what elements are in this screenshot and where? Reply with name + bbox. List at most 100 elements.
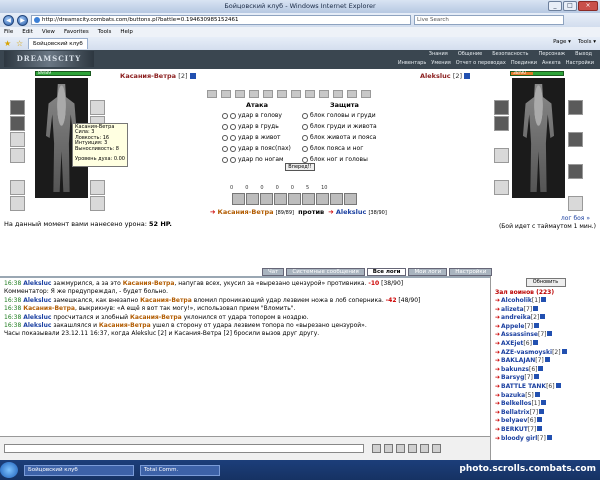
slot-belt[interactable] [10,148,25,163]
defense-head-chest[interactable]: блок головы и груди [302,112,376,119]
nav-security[interactable]: Безопасность [490,51,530,57]
user-list-item[interactable]: ➔BERKUT[7] [495,425,596,435]
user-list-item[interactable]: ➔BAKLAJAN[7] [495,357,596,366]
skill-tile[interactable] [260,193,273,205]
slot-lower[interactable] [10,196,25,211]
enemy-slot-weapon[interactable] [494,116,509,131]
user-list-item[interactable]: ➔BATTLE TANK[6] [495,382,596,392]
send-icon[interactable] [384,444,393,453]
close-button[interactable]: × [578,1,598,11]
chat-input[interactable] [4,444,364,453]
menu-file[interactable]: File [4,27,13,37]
user-list-item[interactable]: ➔Bellatrix[7] [495,408,596,418]
skill-tile[interactable] [288,193,301,205]
skill-tile[interactable] [302,193,315,205]
favorites-star-icon[interactable]: ★ [4,39,12,48]
enemy-slot-gloves[interactable] [568,100,583,115]
defense-belly-waist[interactable]: блок живота и пояса [302,134,376,141]
attack-belly[interactable]: удар в живот [222,134,281,141]
enemy-slot-armor[interactable] [494,148,509,163]
back-icon[interactable]: ◀ [3,14,14,26]
nav-character[interactable]: Персонаж [536,51,567,57]
slot-helmet[interactable] [10,100,25,115]
menu-tools[interactable]: Tools [98,27,112,37]
nav-exit[interactable]: Выход [573,51,594,57]
skill-tile[interactable] [232,193,245,205]
skill-tile[interactable] [316,193,329,205]
user-list-item[interactable]: ➔bloody girl[7] [495,434,596,444]
enemy-slot-boots[interactable] [494,180,509,195]
skill-tile[interactable] [274,193,287,205]
skill-tile[interactable] [344,193,357,205]
defense-chest-belly[interactable]: блок груди и живота [302,123,377,130]
browser-tab[interactable]: Бойцовский клуб [28,38,88,49]
skill-tile[interactable] [246,193,259,205]
minimize-button[interactable]: _ [548,1,562,11]
tab-chat[interactable]: Чат [262,268,285,276]
nav-duels[interactable]: Поединки [511,60,537,66]
user-list-item[interactable]: ➔Assassinse[7] [495,331,596,340]
nav-transfers[interactable]: Отчет о переводах [456,60,506,66]
smiley-icon[interactable] [372,444,381,453]
slot-weapon[interactable] [10,116,25,131]
enemy-slot-helmet[interactable] [494,100,509,115]
slot-gloves[interactable] [90,100,105,115]
tab-system[interactable]: Системные сообщения [286,268,365,276]
user-list-item[interactable]: ➔Appele[7] [495,322,596,332]
nav-profile[interactable]: Анкета [542,60,561,66]
user-list-item[interactable]: ➔bazuka[5] [495,391,596,401]
exit-icon[interactable] [432,444,441,453]
address-bar[interactable]: http://dreamscity.combats.com/buttons.pl… [31,15,411,25]
enemy-name[interactable]: Aleksluc [2] [420,72,471,80]
task-browser[interactable]: Бойцовский клуб [24,465,134,476]
slot-legs[interactable] [90,180,105,195]
menu-favorites[interactable]: Favorites [64,27,89,37]
tab-all-logs[interactable]: Все логи [366,268,407,276]
battle-log-link[interactable]: лог боя » [561,215,590,222]
slot-armor[interactable] [10,132,25,147]
user-list-item[interactable]: ➔Alcoholik[1] [495,297,596,306]
clear-icon[interactable] [396,444,405,453]
enemy-slot-legs[interactable] [568,164,583,179]
search-input[interactable]: Live Search [414,15,564,25]
forward-button[interactable]: Вперед!! [285,163,315,171]
skill-tile[interactable] [330,193,343,205]
attack-chest[interactable]: удар в грудь [222,123,279,130]
user-list-item[interactable]: ➔alizeta[7] [495,305,596,315]
nav-knowledge[interactable]: Знания [427,51,450,57]
user-list-item[interactable]: ➔bakunzs[6] [495,365,596,375]
enemy-slot-extra[interactable] [568,196,583,211]
tab-chat-settings[interactable]: Настройки [449,268,493,276]
forward-icon[interactable]: ▶ [17,14,28,26]
nav-skills[interactable]: Умения [431,60,450,66]
user-list-item[interactable]: ➔belyaev[6] [495,417,596,426]
menu-help[interactable]: Help [120,27,133,37]
attack-head[interactable]: удар в голову [222,112,282,119]
enemy-slot-shield[interactable] [568,132,583,147]
nav-settings[interactable]: Настройки [566,60,594,66]
nav-communication[interactable]: Общение [456,51,484,57]
user-list-item[interactable]: ➔andreika[2] [495,314,596,323]
user-list-item[interactable]: ➔Barsyg[7] [495,374,596,383]
user-list-item[interactable]: ➔Belkellos[1] [495,400,596,409]
menu-view[interactable]: View [42,27,55,37]
user-list-item[interactable]: ➔AXEjet[6] [495,339,596,349]
menu-edit[interactable]: Edit [22,27,33,37]
defense-legs-head[interactable]: блок ног и головы [302,156,368,163]
slot-extra[interactable] [90,196,105,211]
defense-waist-legs[interactable]: блок пояса и ног [302,145,363,152]
add-favorites-icon[interactable]: ☆ [16,39,24,48]
player-name[interactable]: Касания-Ветра [2] [120,72,196,80]
attack-legs[interactable]: удар по ногам [222,156,284,163]
slot-boots[interactable] [10,180,25,195]
filter-icon[interactable] [408,444,417,453]
attack-waist[interactable]: удар в пояс(пах) [222,145,291,152]
user-list-item[interactable]: ➔AZE-vasmoyski[2] [495,348,596,358]
tab-my-logs[interactable]: Мои логи [408,268,448,276]
refresh-button[interactable]: Обновить [525,278,566,287]
task-totalcmd[interactable]: Total Comm. [140,465,220,476]
maximize-button[interactable]: □ [563,1,577,11]
nav-inventory[interactable]: Инвентарь [398,60,426,66]
info-icon[interactable] [464,73,471,79]
tools-menu[interactable]: Tools ▾ [578,39,596,45]
